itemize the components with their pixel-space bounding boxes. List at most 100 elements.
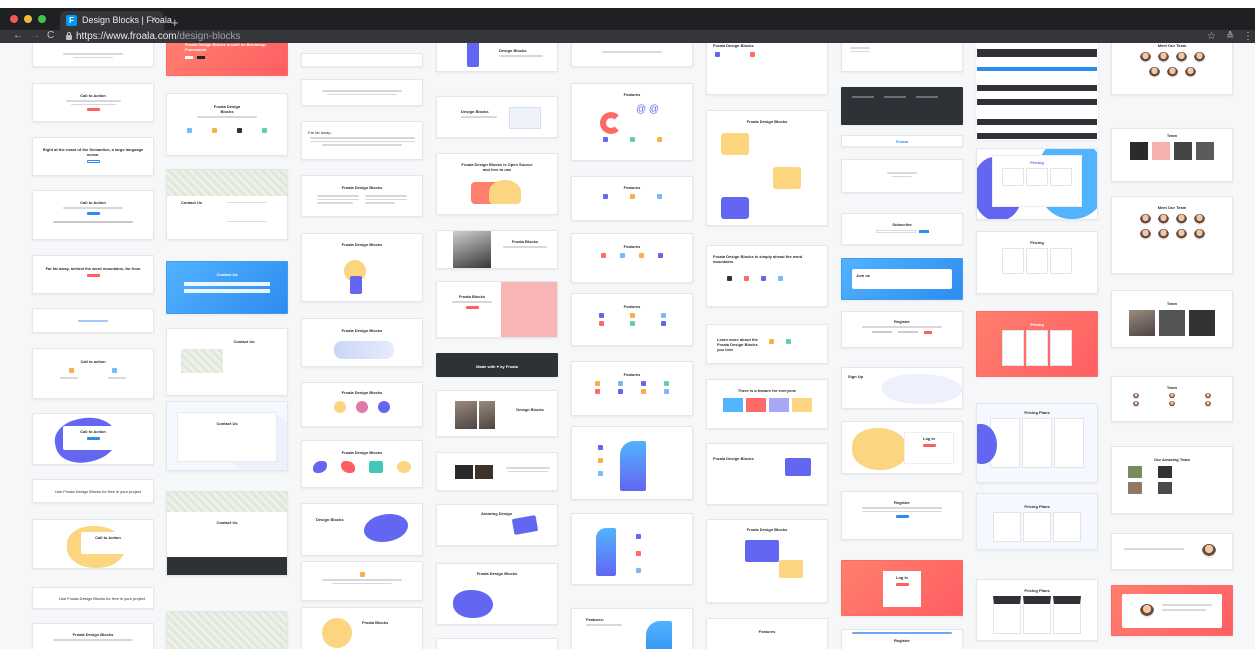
block-card[interactable] [841, 43, 963, 72]
close-window-icon[interactable] [10, 15, 18, 23]
block-card[interactable]: Features [571, 293, 693, 346]
block-card[interactable]: Call to Action [32, 519, 154, 569]
block-card[interactable]: Pricing Plans [976, 493, 1098, 550]
block-card[interactable]: Pricing Plans [976, 403, 1098, 483]
block-card[interactable]: Froala Design Blocks [301, 440, 423, 488]
tab-design-blocks[interactable]: F Design Blocks | Froala × [60, 11, 172, 30]
block-card[interactable]: Froala Blocks [436, 230, 558, 269]
block-card[interactable] [1111, 585, 1233, 636]
block-card[interactable]: Learn more about the Froala Design Block… [706, 324, 828, 364]
blocks-column-4: Design Blocks Design Blocks Froala Desig… [436, 43, 558, 649]
block-card[interactable]: Design Blocks [436, 43, 558, 72]
extension-icon[interactable]: ≙ [1226, 30, 1234, 43]
block-card[interactable]: Features [706, 618, 828, 649]
block-card[interactable]: Register [841, 311, 963, 348]
block-card[interactable]: Subscribe [841, 213, 963, 245]
tab-close-icon[interactable]: × [151, 14, 156, 24]
block-card[interactable] [436, 452, 558, 491]
block-card[interactable]: Team [1111, 290, 1233, 348]
block-card[interactable]: Join us [841, 258, 963, 300]
block-card[interactable]: Froala Blocks [436, 281, 558, 338]
block-card[interactable]: Froala Design Blocks [706, 443, 828, 505]
block-card[interactable] [32, 308, 154, 333]
block-card[interactable]: Pricing [976, 311, 1098, 377]
block-card[interactable]: Register [841, 629, 963, 649]
minimize-window-icon[interactable] [24, 15, 32, 23]
block-card[interactable]: Call to Action [32, 413, 154, 465]
block-card[interactable] [436, 638, 558, 649]
block-card[interactable] [301, 53, 423, 67]
block-card[interactable]: Call to action [32, 348, 154, 399]
block-card[interactable] [32, 43, 154, 67]
browser-menu-icon[interactable]: ⋮ [1243, 30, 1253, 43]
block-card[interactable] [301, 79, 423, 106]
reload-icon[interactable]: C [47, 29, 54, 42]
block-card[interactable]: Froala Design Blocks [706, 110, 828, 226]
block-card[interactable]: Froala [841, 135, 963, 147]
block-card[interactable]: Froala Design Blocks is built on Bootstr… [166, 43, 288, 76]
block-card[interactable] [571, 513, 693, 585]
maximize-window-icon[interactable] [38, 15, 46, 23]
block-card[interactable]: Log In [841, 421, 963, 474]
block-card[interactable]: Call to Action [32, 190, 154, 240]
block-card[interactable]: Froala Design Blocks [301, 175, 423, 217]
block-card[interactable] [1111, 533, 1233, 570]
new-tab-icon[interactable]: + [171, 16, 179, 29]
block-card[interactable]: Team [1111, 376, 1233, 422]
address-bar[interactable]: https://www.froala.com/design-blocks [76, 30, 241, 43]
block-card[interactable] [571, 43, 693, 67]
block-card[interactable]: Far far away, behind the word mountains,… [32, 255, 154, 294]
block-card[interactable]: Pricing [976, 231, 1098, 294]
block-card[interactable] [841, 87, 963, 125]
block-card[interactable]: Froala Design Blocks [166, 93, 288, 156]
block-card[interactable]: Features: [571, 608, 693, 649]
block-card[interactable] [841, 159, 963, 193]
block-card[interactable]: Contact Us [166, 328, 288, 396]
block-card[interactable]: Team [1111, 128, 1233, 182]
block-card[interactable] [166, 611, 288, 649]
block-card[interactable]: Froala Design Blocks [706, 43, 828, 95]
block-card[interactable]: Our Amazing Team [1111, 446, 1233, 514]
block-card[interactable]: Contact Us [166, 169, 288, 240]
block-card[interactable]: Pricing [976, 148, 1098, 220]
block-card[interactable]: Log In [841, 560, 963, 616]
block-card[interactable] [301, 561, 423, 601]
block-card[interactable] [976, 43, 1098, 140]
block-card[interactable] [571, 426, 693, 500]
back-arrow-icon[interactable]: ← [13, 29, 23, 42]
block-card[interactable]: There is a feature for everyone [706, 379, 828, 429]
block-card[interactable]: Froala Design Blocks [706, 519, 828, 603]
block-card[interactable]: Features @ @ [571, 83, 693, 161]
bookmark-star-icon[interactable]: ☆ [1207, 30, 1216, 43]
block-card[interactable]: Features [571, 233, 693, 283]
block-card[interactable]: Froala Design Blocks [301, 382, 423, 427]
block-card[interactable]: Froala Blocks [301, 607, 423, 649]
block-card[interactable]: Design Blocks [436, 96, 558, 138]
block-card[interactable]: Froala Design Blocks [301, 233, 423, 302]
block-card[interactable]: Meet Our Team [1111, 43, 1233, 95]
block-card[interactable]: Meet Our Team [1111, 196, 1233, 274]
block-card[interactable]: Amazing Design [436, 504, 558, 546]
forward-arrow-icon[interactable]: → [30, 29, 40, 42]
block-card[interactable]: Use Froala Design Blocks for free in you… [32, 587, 154, 609]
block-card[interactable]: Froala Design Blocks [32, 623, 154, 649]
block-card[interactable]: Register [841, 491, 963, 540]
block-card[interactable]: Features [571, 361, 693, 416]
block-card[interactable]: Far far away... [301, 121, 423, 160]
block-card[interactable]: Features [571, 176, 693, 221]
block-card[interactable]: Made with ♥ by Froala [436, 353, 558, 377]
block-card[interactable]: Right at the coast of the Semantics, a l… [32, 137, 154, 176]
block-card[interactable]: Call to Action [32, 83, 154, 122]
block-card[interactable]: Design Blocks [436, 390, 558, 437]
block-card[interactable]: Design Blocks [301, 503, 423, 556]
block-card[interactable]: Froala Design Blocks is simply ahead the… [706, 245, 828, 307]
block-card[interactable]: Froala Design Blocks [301, 318, 423, 367]
block-card[interactable]: Froala Design Blocks [436, 563, 558, 625]
block-card[interactable]: Contact Us [166, 261, 288, 314]
block-card[interactable]: Use Froala Design Blocks for free in you… [32, 479, 154, 503]
block-card[interactable]: Froala Design Blocks is Open Source and … [436, 153, 558, 215]
block-card[interactable]: Contact Us [166, 401, 288, 471]
block-card[interactable]: Pricing Plans [976, 579, 1098, 641]
block-card[interactable]: Contact Us [166, 491, 288, 576]
block-card[interactable]: Sign Up [841, 367, 963, 409]
